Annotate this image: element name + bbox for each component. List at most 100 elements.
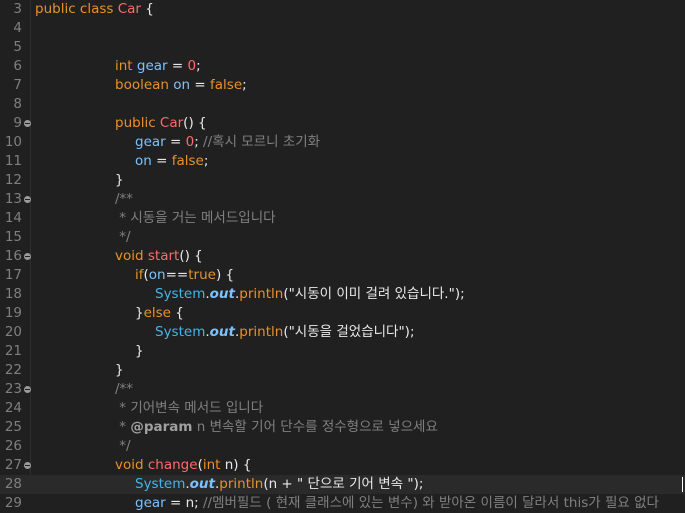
- code-line[interactable]: 4: [0, 19, 685, 38]
- code-token: start: [147, 248, 180, 264]
- code-token: );: [413, 476, 424, 492]
- code-token: System: [155, 324, 206, 340]
- code-token: println: [219, 476, 264, 492]
- line-number: 20: [4, 324, 22, 340]
- code-line[interactable]: 28 System.out.println(n + " 단으로 기어 변속 ");: [0, 475, 685, 494]
- code-token: Car: [117, 1, 141, 17]
- code-token: () {: [183, 115, 207, 131]
- code-line[interactable]: 18 System.out.println("시동이 이미 걸려 있습니다.");: [0, 285, 685, 304]
- code-token: () {: [179, 248, 203, 264]
- line-number: 21: [4, 343, 22, 359]
- code-line[interactable]: 14 * 시동을 거는 메서드입니다: [0, 209, 685, 228]
- code-token: @param: [130, 419, 193, 435]
- code-token: = n;: [165, 495, 203, 511]
- code-text: void change(int n) {: [115, 456, 251, 475]
- fold-collapse-icon[interactable]: [24, 196, 31, 203]
- code-text: }: [135, 342, 144, 361]
- code-text: * 시동을 거는 메서드입니다: [115, 209, 276, 228]
- line-number: 10: [4, 134, 22, 150]
- code-line[interactable]: 23 /**: [0, 380, 685, 399]
- line-number: 13: [4, 191, 22, 207]
- line-number: 8: [13, 96, 22, 112]
- code-line[interactable]: 26 */: [0, 437, 685, 456]
- line-number: 22: [4, 362, 22, 378]
- code-token: =: [165, 134, 186, 150]
- code-line[interactable]: 8: [0, 95, 685, 114]
- fold-collapse-icon[interactable]: [24, 120, 31, 127]
- code-token: void: [115, 248, 144, 264]
- code-line[interactable]: 24 * 기어변속 메서드 입니다: [0, 399, 685, 418]
- code-token: ;: [196, 58, 201, 74]
- fold-collapse-icon[interactable]: [24, 386, 31, 393]
- code-text: System.out.println(n + " 단으로 기어 변속 ");: [135, 475, 423, 494]
- code-token: if: [135, 267, 144, 283]
- code-token: else: [143, 305, 171, 321]
- code-line[interactable]: 17 if(on==true) {: [0, 266, 685, 285]
- code-line[interactable]: 29 gear = n; //멤버필드 ( 현재 클래스에 있는 변수) 와 받아…: [0, 494, 685, 513]
- line-number: 28: [4, 476, 22, 492]
- code-line[interactable]: 6 int gear = 0;: [0, 57, 685, 76]
- code-line[interactable]: 13 /**: [0, 190, 685, 209]
- code-line[interactable]: 11 on = false;: [0, 152, 685, 171]
- line-number: 17: [4, 267, 22, 283]
- code-line[interactable]: 10 gear = 0; //혹시 모르니 초기화: [0, 133, 685, 152]
- code-text: boolean on = false;: [115, 76, 247, 95]
- code-token: n 변속할 기어 단수를 정수형으로 넣으세요: [192, 419, 438, 435]
- code-line[interactable]: 20 System.out.println("시동을 걸었습니다");: [0, 323, 685, 342]
- code-text: /**: [115, 380, 133, 399]
- code-line[interactable]: 15 */: [0, 228, 685, 247]
- code-token: * 시동을 거는 메서드입니다: [115, 210, 276, 226]
- text-caret: [682, 477, 683, 492]
- code-line[interactable]: 9 public Car() {: [0, 114, 685, 133]
- code-token: on: [135, 153, 152, 169]
- code-text: }else {: [135, 304, 184, 323]
- code-token: ;: [242, 77, 247, 93]
- code-text: gear = n; //멤버필드 ( 현재 클래스에 있는 변수) 와 받아온 …: [135, 494, 659, 513]
- code-line[interactable]: 3 public class Car {: [0, 0, 685, 19]
- code-token: /**: [115, 191, 134, 207]
- code-token: gear: [136, 58, 168, 74]
- code-token: " 단으로 기어 변속 ": [297, 476, 414, 492]
- code-text: }: [115, 171, 124, 190]
- code-line[interactable]: 5: [0, 38, 685, 57]
- code-token: ==: [165, 267, 189, 283]
- code-token: public: [115, 115, 156, 131]
- code-token: out: [209, 324, 235, 340]
- code-token: boolean: [115, 77, 169, 93]
- code-text: * @param n 변속할 기어 단수를 정수형으로 넣으세요: [115, 418, 438, 437]
- code-token: "시동이 이미 걸려 있습니다.": [288, 286, 455, 302]
- fold-collapse-icon[interactable]: [24, 462, 31, 469]
- code-line[interactable]: 21}: [0, 342, 685, 361]
- line-number: 11: [4, 153, 22, 169]
- code-editor[interactable]: 3 public class Car {4 5 6 int gear = 0; 7 bool…: [0, 0, 685, 511]
- fold-collapse-icon[interactable]: [24, 253, 31, 260]
- code-token: println: [239, 324, 284, 340]
- code-token: public: [35, 1, 76, 17]
- code-line[interactable]: 7 boolean on = false;: [0, 76, 685, 95]
- code-line[interactable]: 12}: [0, 171, 685, 190]
- code-text: public Car() {: [115, 114, 207, 133]
- code-token: {: [140, 1, 154, 17]
- line-number: 18: [4, 286, 22, 302]
- code-token: int: [202, 457, 221, 473]
- code-text: */: [115, 437, 130, 456]
- code-token: false: [171, 153, 204, 169]
- line-number: 27: [4, 457, 22, 473]
- line-number: 3: [13, 1, 22, 17]
- code-token: ;: [194, 134, 204, 150]
- code-text: /**: [115, 190, 133, 209]
- line-number: 19: [4, 305, 22, 321]
- code-line[interactable]: 19 }else {: [0, 304, 685, 323]
- code-line[interactable]: 27 void change(int n) {: [0, 456, 685, 475]
- code-token: gear: [135, 495, 166, 511]
- code-token: ;: [203, 153, 209, 169]
- code-token: =: [151, 153, 172, 169]
- line-number: 29: [4, 495, 22, 511]
- code-line[interactable]: 25 * @param n 변속할 기어 단수를 정수형으로 넣으세요: [0, 418, 685, 437]
- code-token: change: [147, 457, 198, 473]
- code-text: int gear = 0;: [115, 57, 201, 76]
- code-text: public class Car {: [35, 0, 154, 19]
- code-line[interactable]: 22}: [0, 361, 685, 380]
- code-token: out: [189, 476, 215, 492]
- code-line[interactable]: 16 void start() {: [0, 247, 685, 266]
